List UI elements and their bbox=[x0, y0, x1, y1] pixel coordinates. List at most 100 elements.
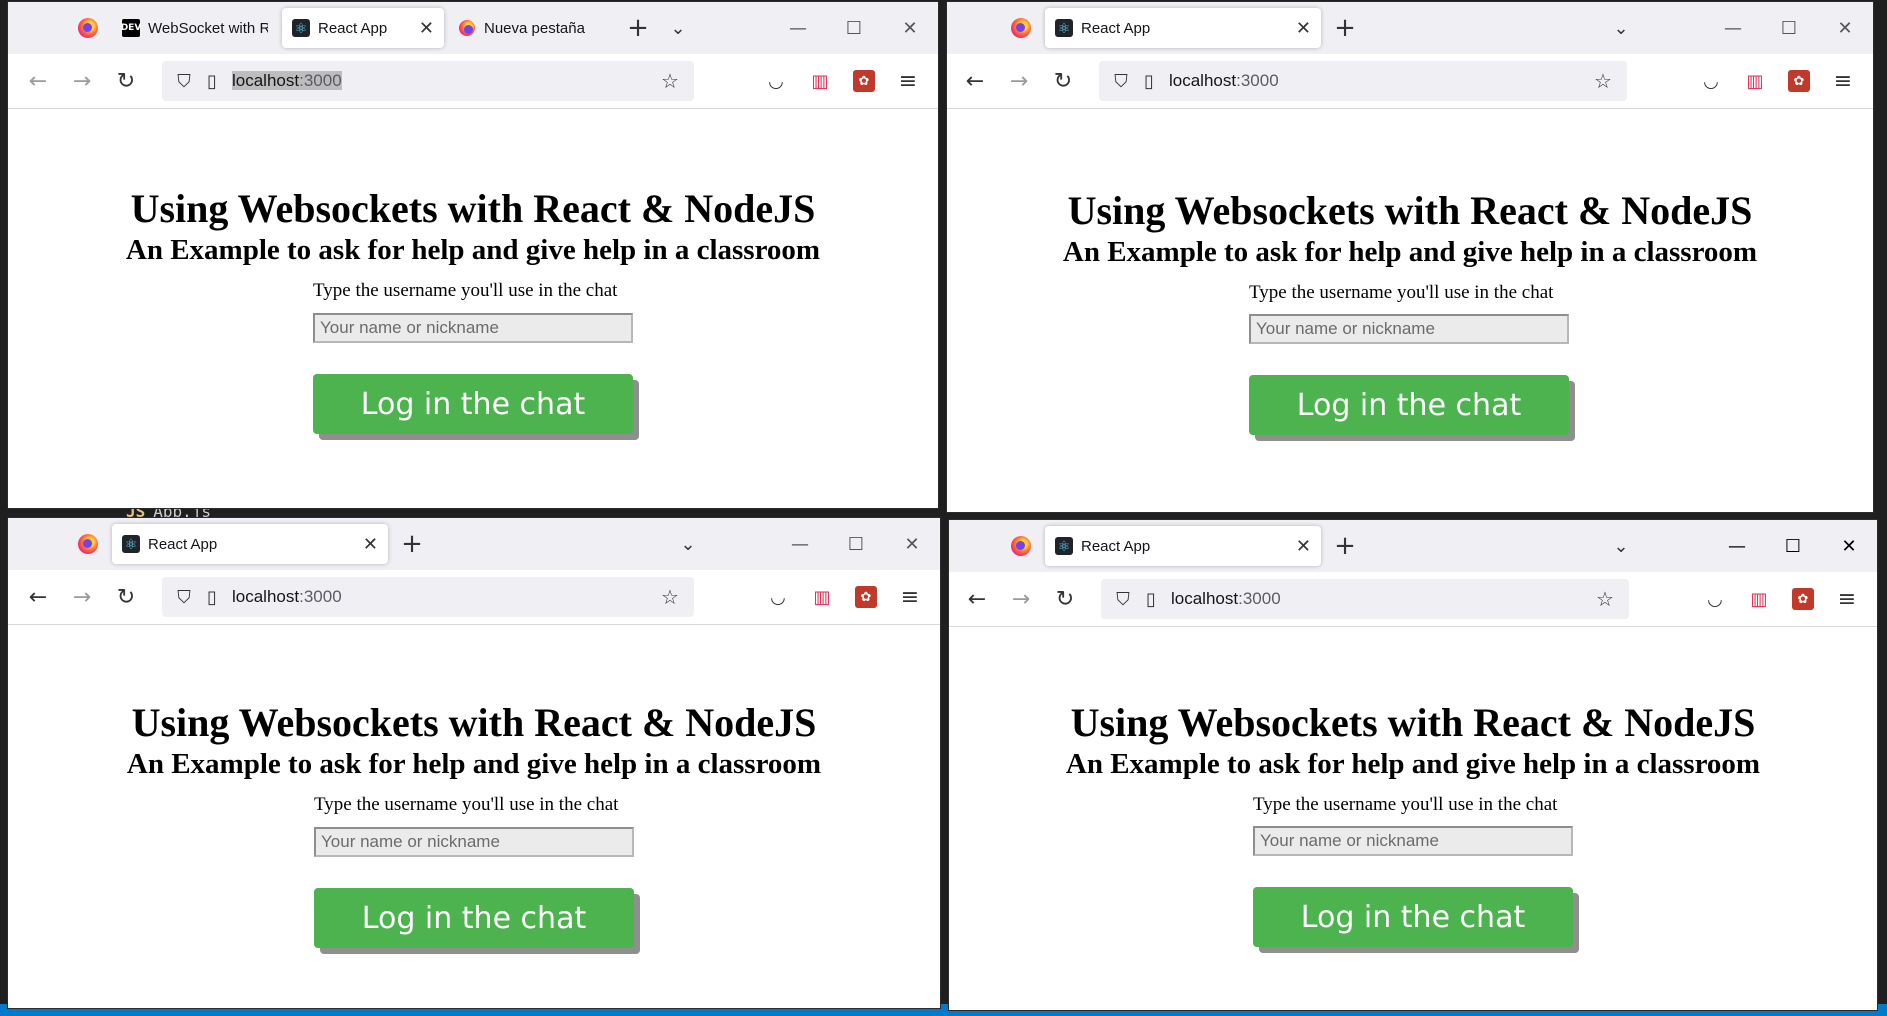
shield-icon[interactable]: ⛉ bbox=[1107, 71, 1135, 92]
list-all-tabs-icon[interactable]: ⌄ bbox=[1601, 8, 1641, 48]
url-text[interactable]: localhost:3000 bbox=[1171, 589, 1589, 609]
bookmark-star-icon[interactable]: ☆ bbox=[654, 69, 686, 93]
menu-icon[interactable]: ≡ bbox=[1825, 577, 1869, 621]
tab-websocket[interactable]: DEV WebSocket with R bbox=[112, 8, 278, 48]
close-tab-icon[interactable]: ✕ bbox=[419, 18, 434, 39]
tab-react-app[interactable]: ⚛ React App ✕ bbox=[282, 8, 444, 48]
close-window-icon[interactable]: ✕ bbox=[884, 518, 940, 570]
login-button[interactable]: Log in the chat bbox=[314, 888, 634, 948]
extension-icon[interactable]: ✿ bbox=[853, 70, 875, 92]
minimize-icon[interactable]: — bbox=[1709, 520, 1765, 572]
page-info-icon[interactable]: ▯ bbox=[198, 587, 226, 608]
firefox-view-button[interactable] bbox=[997, 520, 1045, 572]
bookmark-star-icon[interactable]: ☆ bbox=[1587, 69, 1619, 93]
back-icon[interactable]: ← bbox=[953, 59, 997, 103]
bookmark-star-icon[interactable]: ☆ bbox=[1589, 587, 1621, 611]
maximize-icon[interactable]: ☐ bbox=[1761, 2, 1817, 54]
list-all-tabs-icon[interactable]: ⌄ bbox=[668, 524, 708, 564]
page-title: Using Websockets with React & NodeJS bbox=[130, 186, 816, 231]
maximize-icon[interactable]: ☐ bbox=[826, 2, 882, 54]
extension-icon[interactable]: ✿ bbox=[1788, 70, 1810, 92]
url-text[interactable]: localhost:3000 bbox=[232, 587, 654, 607]
url-bar[interactable]: ⛉ ▯ localhost:3000 ☆ bbox=[1099, 61, 1627, 101]
minimize-icon[interactable]: — bbox=[770, 2, 826, 54]
page-info-icon[interactable]: ▯ bbox=[1135, 71, 1163, 92]
tab-nueva-pestana[interactable]: Nueva pestaña bbox=[448, 8, 614, 48]
username-input[interactable]: Your name or nickname bbox=[1249, 314, 1569, 344]
tab-react-app[interactable]: ⚛ React App ✕ bbox=[112, 524, 388, 564]
tab-title: React App bbox=[1081, 537, 1151, 555]
pocket-icon[interactable]: ◡ bbox=[756, 575, 800, 619]
reload-icon[interactable]: ↻ bbox=[1043, 577, 1087, 621]
username-input[interactable]: Your name or nickname bbox=[1253, 826, 1573, 856]
tab-react-app[interactable]: ⚛ React App ✕ bbox=[1045, 8, 1321, 48]
bookmark-star-icon[interactable]: ☆ bbox=[654, 585, 686, 609]
maximize-icon[interactable]: ☐ bbox=[1765, 520, 1821, 572]
forward-icon[interactable]: → bbox=[60, 575, 104, 619]
username-input[interactable]: Your name or nickname bbox=[314, 827, 634, 857]
login-button[interactable]: Log in the chat bbox=[313, 374, 633, 434]
url-bar[interactable]: ⛉ ▯ localhost:3000 ☆ bbox=[1101, 579, 1629, 619]
close-window-icon[interactable]: ✕ bbox=[882, 2, 938, 54]
close-tab-icon[interactable]: ✕ bbox=[363, 534, 378, 555]
close-tab-icon[interactable]: ✕ bbox=[1296, 18, 1311, 39]
list-all-tabs-icon[interactable]: ⌄ bbox=[658, 8, 698, 48]
forward-icon[interactable]: → bbox=[997, 59, 1041, 103]
extension-icon[interactable]: ✿ bbox=[855, 586, 877, 608]
page-info-icon[interactable]: ▯ bbox=[1137, 589, 1165, 610]
firefox-view-button[interactable] bbox=[997, 2, 1045, 54]
close-tab-icon[interactable]: ✕ bbox=[1296, 536, 1311, 557]
back-icon[interactable]: ← bbox=[16, 59, 60, 103]
url-text[interactable]: localhost:3000 bbox=[232, 71, 654, 91]
forward-icon[interactable]: → bbox=[999, 577, 1043, 621]
menu-icon[interactable]: ≡ bbox=[1821, 59, 1865, 103]
shield-icon[interactable]: ⛉ bbox=[170, 587, 198, 608]
close-window-icon[interactable]: ✕ bbox=[1817, 2, 1873, 54]
firefox-view-button[interactable] bbox=[64, 2, 112, 54]
firefox-view-button[interactable] bbox=[64, 518, 112, 570]
extension-icon[interactable]: ▥ bbox=[798, 59, 842, 103]
url-bar[interactable]: ⛉ ▯ localhost:3000 ☆ bbox=[162, 577, 694, 617]
url-text[interactable]: localhost:3000 bbox=[1169, 71, 1587, 91]
url-bar[interactable]: ⛉ ▯ localhost:3000 ☆ bbox=[162, 61, 694, 101]
reload-icon[interactable]: ↻ bbox=[104, 575, 148, 619]
shield-icon[interactable]: ⛉ bbox=[170, 71, 198, 92]
back-icon[interactable]: ← bbox=[16, 575, 60, 619]
maximize-icon[interactable]: ☐ bbox=[828, 518, 884, 570]
new-tab-icon[interactable]: + bbox=[618, 8, 658, 48]
pocket-icon[interactable]: ◡ bbox=[754, 59, 798, 103]
menu-icon[interactable]: ≡ bbox=[888, 575, 932, 619]
window-controls: — ☐ ✕ bbox=[1709, 520, 1877, 572]
reload-icon[interactable]: ↻ bbox=[1041, 59, 1085, 103]
login-button[interactable]: Log in the chat bbox=[1249, 375, 1569, 435]
menu-icon[interactable]: ≡ bbox=[886, 59, 930, 103]
tab-title: Nueva pestaña bbox=[484, 19, 585, 37]
extension-icon[interactable]: ✿ bbox=[1792, 588, 1814, 610]
forward-icon[interactable]: → bbox=[60, 59, 104, 103]
page-subtitle: An Example to ask for help and give help… bbox=[1062, 236, 1758, 268]
extension-icon[interactable]: ▥ bbox=[1737, 577, 1781, 621]
tab-react-app[interactable]: ⚛ React App ✕ bbox=[1045, 526, 1321, 566]
pocket-icon[interactable]: ◡ bbox=[1693, 577, 1737, 621]
login-button[interactable]: Log in the chat bbox=[1253, 887, 1573, 947]
firefox-icon bbox=[1011, 18, 1031, 38]
firefox-icon bbox=[1011, 536, 1031, 556]
new-tab-icon[interactable]: + bbox=[1325, 526, 1365, 566]
pocket-icon[interactable]: ◡ bbox=[1689, 59, 1733, 103]
username-input[interactable]: Your name or nickname bbox=[313, 313, 633, 343]
shield-icon[interactable]: ⛉ bbox=[1109, 589, 1137, 610]
list-all-tabs-icon[interactable]: ⌄ bbox=[1601, 526, 1641, 566]
new-tab-icon[interactable]: + bbox=[1325, 8, 1365, 48]
close-window-icon[interactable]: ✕ bbox=[1821, 520, 1877, 572]
extension-icon[interactable]: ▥ bbox=[1733, 59, 1777, 103]
back-icon[interactable]: ← bbox=[955, 577, 999, 621]
react-icon: ⚛ bbox=[1055, 537, 1073, 555]
page-content: Using Websockets with React & NodeJS An … bbox=[949, 627, 1877, 1010]
reload-icon[interactable]: ↻ bbox=[104, 59, 148, 103]
minimize-icon[interactable]: — bbox=[1705, 2, 1761, 54]
page-title: Using Websockets with React & NodeJS bbox=[1070, 700, 1756, 745]
minimize-icon[interactable]: — bbox=[772, 518, 828, 570]
new-tab-icon[interactable]: + bbox=[392, 524, 432, 564]
page-info-icon[interactable]: ▯ bbox=[198, 71, 226, 92]
extension-icon[interactable]: ▥ bbox=[800, 575, 844, 619]
